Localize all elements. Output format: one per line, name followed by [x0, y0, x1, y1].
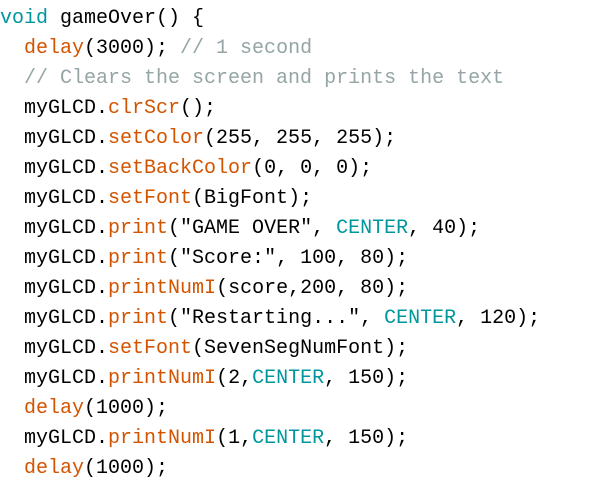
function-token: print	[108, 307, 169, 330]
code-print-score-line[interactable]: myGLCD.print("Score:", 100, 80);	[0, 244, 408, 274]
plain-token: ();	[180, 97, 217, 120]
code-printnumi-score-line[interactable]: myGLCD.printNumI(score,200, 80);	[0, 274, 408, 304]
function-token: printNumI	[108, 277, 217, 300]
plain-token: (3000);	[84, 37, 181, 60]
constant-token: CENTER	[384, 307, 457, 330]
plain-token: (0, 0, 0);	[252, 157, 373, 180]
plain-token: myGLCD.	[0, 157, 109, 180]
plain-token: (1000);	[84, 457, 169, 480]
code-delay-1000-line-a[interactable]: delay(1000);	[0, 394, 168, 424]
function-token: printNumI	[108, 367, 217, 390]
plain-token: myGLCD.	[0, 277, 109, 300]
plain-token: , 120);	[456, 307, 541, 330]
constant-token: CENTER	[252, 367, 325, 390]
function-token: print	[108, 247, 169, 270]
code-print-game-over-line[interactable]: myGLCD.print("GAME OVER", CENTER, 40);	[0, 214, 480, 244]
function-token: setFont	[108, 187, 193, 210]
constant-token: CENTER	[336, 217, 409, 240]
code-setfont-sevenseg-line[interactable]: myGLCD.setFont(SevenSegNumFont);	[0, 334, 408, 364]
code-printnumi-2-line[interactable]: myGLCD.printNumI(2,CENTER, 150);	[0, 364, 408, 394]
function-token: delay	[24, 457, 85, 480]
plain-token: (SevenSegNumFont);	[192, 337, 409, 360]
plain-token: gameOver() {	[48, 7, 205, 30]
plain-token: ("Restarting...",	[168, 307, 385, 330]
function-token: setFont	[108, 337, 193, 360]
keyword-token: void	[0, 7, 49, 30]
plain-token: myGLCD.	[0, 247, 109, 270]
function-token: clrScr	[108, 97, 181, 120]
plain-token: myGLCD.	[0, 427, 109, 450]
plain-token: (255, 255, 255);	[204, 127, 397, 150]
function-token: printNumI	[108, 427, 217, 450]
plain-token: , 150);	[324, 367, 409, 390]
plain-token: myGLCD.	[0, 337, 109, 360]
code-function-declaration-line[interactable]: void gameOver() {	[0, 4, 204, 34]
comment-token: // 1 second	[180, 37, 313, 60]
function-token: setBackColor	[108, 157, 253, 180]
code-delay-3000-line[interactable]: delay(3000); // 1 second	[0, 34, 312, 64]
code-print-restarting-line[interactable]: myGLCD.print("Restarting...", CENTER, 12…	[0, 304, 540, 334]
code-comment-line[interactable]: // Clears the screen and prints the text	[0, 64, 504, 94]
plain-token: (1000);	[84, 397, 169, 420]
function-token: delay	[24, 37, 85, 60]
constant-token: CENTER	[252, 427, 325, 450]
plain-token: (BigFont);	[192, 187, 313, 210]
plain-token: ("Score:", 100, 80);	[168, 247, 409, 270]
code-setcolor-line[interactable]: myGLCD.setColor(255, 255, 255);	[0, 124, 396, 154]
plain-token: , 150);	[324, 427, 409, 450]
code-editor[interactable]: void gameOver() { delay(3000); // 1 seco…	[0, 0, 615, 495]
comment-token: // Clears the screen and prints the text	[24, 67, 505, 90]
code-printnumi-1-line[interactable]: myGLCD.printNumI(1,CENTER, 150);	[0, 424, 408, 454]
code-clrscr-line[interactable]: myGLCD.clrScr();	[0, 94, 216, 124]
plain-token: myGLCD.	[0, 97, 109, 120]
function-token: setColor	[108, 127, 205, 150]
code-delay-1000-line-b[interactable]: delay(1000);	[0, 454, 168, 484]
code-setfont-bigfont-line[interactable]: myGLCD.setFont(BigFont);	[0, 184, 312, 214]
plain-token: , 40);	[408, 217, 481, 240]
plain-token: myGLCD.	[0, 307, 109, 330]
plain-token: myGLCD.	[0, 187, 109, 210]
code-setbackcolor-line[interactable]: myGLCD.setBackColor(0, 0, 0);	[0, 154, 372, 184]
plain-token: myGLCD.	[0, 127, 109, 150]
function-token: print	[108, 217, 169, 240]
plain-token: (score,200, 80);	[216, 277, 409, 300]
function-token: delay	[24, 397, 85, 420]
plain-token: myGLCD.	[0, 217, 109, 240]
plain-token: myGLCD.	[0, 367, 109, 390]
plain-token: (1,	[216, 427, 253, 450]
plain-token: (2,	[216, 367, 253, 390]
plain-token: ("GAME OVER",	[168, 217, 337, 240]
